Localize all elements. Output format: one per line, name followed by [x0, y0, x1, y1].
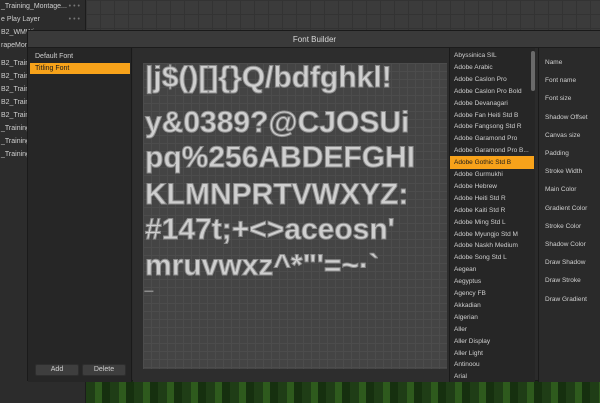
row-options-icon[interactable]: ••• — [69, 0, 82, 13]
property-label: Padding — [545, 150, 569, 157]
font-list-item[interactable]: Titling Font — [30, 63, 130, 74]
glyph-row: KLMNPRTVWXYZ: — [144, 178, 409, 211]
property-label: Name — [545, 59, 563, 66]
glyph-row: y&0389?@CJOSUi — [144, 106, 410, 139]
scene-row-label: _Training_Montage... — [1, 3, 67, 10]
glyph-row: _ — [145, 277, 154, 293]
family-list-scrollbar[interactable] — [531, 51, 535, 91]
property-label: Stroke Color — [545, 222, 582, 230]
glyph-row: #147t;+<>aceosn' — [145, 213, 396, 246]
viewport-grid — [86, 0, 600, 30]
glyph-row: pq%256ABDEFGHI — [144, 141, 416, 174]
add-button[interactable]: Add — [35, 364, 79, 376]
scene-row[interactable]: _Training_Montage... ••• — [0, 0, 86, 13]
property-label: Shadow Color — [545, 241, 586, 248]
atlas-preview-area: |j$()[]{}Q/bdfghkl! y&0389?@CJOSUi pq%256A… — [133, 48, 449, 382]
scene-row[interactable]: e Play Layer ••• — [0, 13, 86, 26]
property-label: Main Color — [545, 186, 577, 194]
property-label: Shadow Offset — [545, 113, 588, 121]
editor-root: _Training_Montage... ••• e Play Layer ••• B2… — [0, 0, 600, 403]
property-label: Gradient Color — [545, 204, 588, 212]
property-label: Draw Stroke — [545, 277, 581, 285]
property-label: Font name — [545, 77, 577, 85]
property-label: Draw Shadow — [545, 259, 586, 267]
properties-panel: Name Font name Font size Shadow Offset Canva… — [538, 48, 600, 382]
property-label: Font size — [545, 95, 572, 103]
font-list-panel: Default Font Titling Font Add Delete — [28, 48, 132, 382]
delete-button[interactable]: Delete — [82, 364, 126, 376]
font-list-item[interactable]: Default Font — [30, 51, 130, 62]
glyph-row: mruvwxz^*"'=~·` — [145, 249, 380, 282]
property-label: Stroke Width — [545, 168, 583, 176]
row-options-icon[interactable]: ••• — [69, 13, 82, 26]
property-label: Draw Gradient — [545, 295, 587, 303]
font-builder-window: Font Builder Default Font Titling Font Ad… — [27, 30, 600, 382]
font-family-list[interactable]: Abyssinica SIL Adobe Arabic Adobe Caslon P… — [449, 48, 535, 382]
window-title[interactable]: Font Builder — [28, 31, 600, 48]
property-label: Canvas size — [545, 131, 581, 139]
scene-row-label: e Play Layer — [1, 16, 40, 23]
font-family-item[interactable]: Arial — [450, 370, 534, 382]
font-atlas-canvas: |j$()[]{}Q/bdfghkl! y&0389?@CJOSUi pq%256A… — [143, 61, 447, 369]
glyph-row: |j$()[]{}Q/bdfghkl! — [145, 61, 393, 94]
